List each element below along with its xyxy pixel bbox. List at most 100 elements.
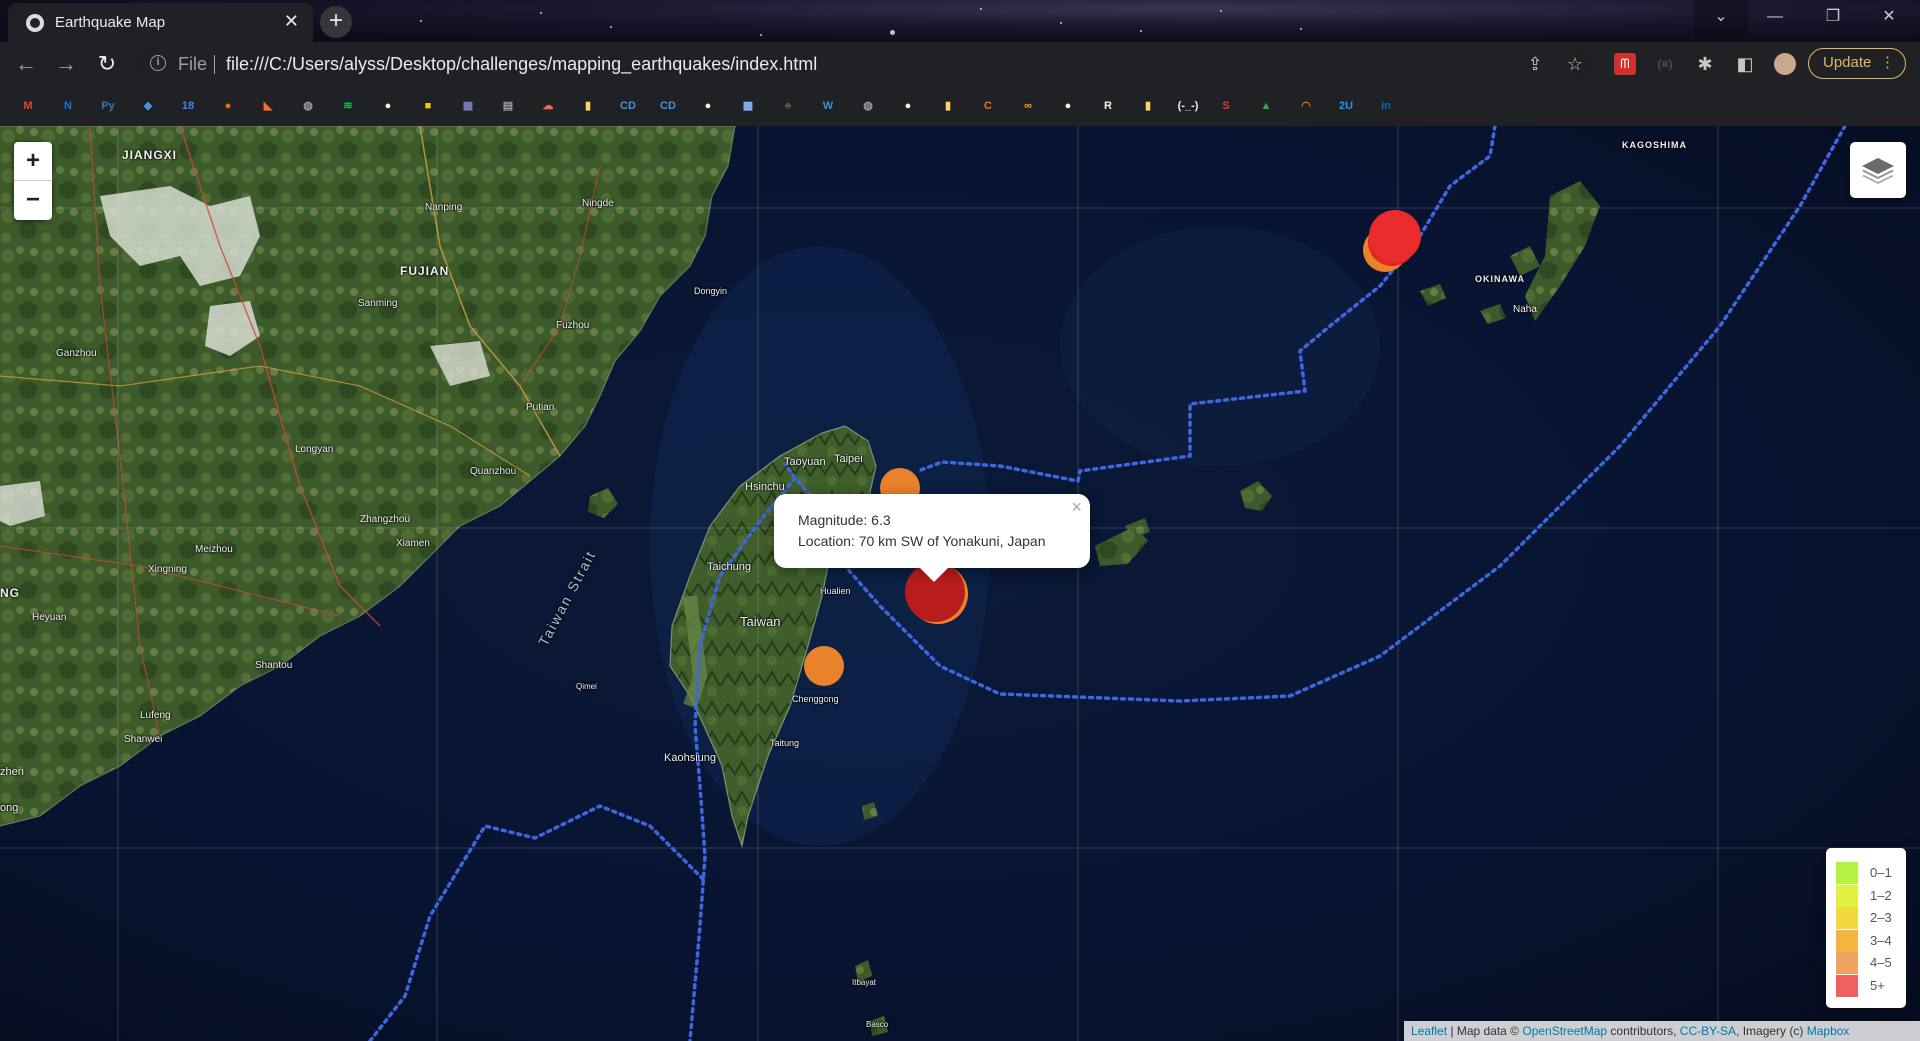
grid-icon[interactable]: ▦	[458, 96, 478, 116]
leaflet-link[interactable]: Leaflet	[1411, 1024, 1447, 1038]
extensions-puzzle-icon[interactable]: ✱	[1694, 53, 1716, 75]
drive-icon[interactable]: ▲	[1256, 96, 1276, 116]
back-icon[interactable]: ←	[12, 50, 40, 78]
popup-close-icon[interactable]: ×	[1071, 497, 1082, 518]
map-attribution: Leaflet | Map data © OpenStreetMap contr…	[1404, 1021, 1920, 1041]
github-icon[interactable]: ●	[698, 96, 718, 116]
cc-by-sa-link[interactable]: CC-BY-SA	[1680, 1024, 1736, 1038]
image-icon[interactable]: ▩	[738, 96, 758, 116]
popup-magnitude: Magnitude: 6.3	[798, 512, 891, 528]
note-icon[interactable]: ▮	[938, 96, 958, 116]
legend-swatch	[1836, 884, 1858, 907]
two-u-icon[interactable]: 2U	[1336, 96, 1356, 116]
cloud-icon[interactable]: ☁	[538, 96, 558, 116]
doc-icon[interactable]: ▤	[498, 96, 518, 116]
cd-icon[interactable]: CD	[618, 96, 638, 116]
r-icon[interactable]: R	[1098, 96, 1118, 116]
wordpress-icon[interactable]: W	[818, 96, 838, 116]
legend-row: 5+	[1836, 974, 1902, 997]
news-icon[interactable]: N	[58, 96, 78, 116]
close-tab-icon[interactable]: ✕	[284, 11, 299, 32]
github-icon[interactable]: ●	[1058, 96, 1078, 116]
magnitude-legend: 0–1 1–2 2–3 3–4 4–5 5+	[1826, 848, 1906, 1008]
globe-icon[interactable]: ◍	[298, 96, 318, 116]
calendar-icon[interactable]: 18	[178, 96, 198, 116]
update-button[interactable]: Update ⋮	[1808, 48, 1906, 79]
new-tab-button[interactable]: +	[320, 6, 352, 38]
c-icon[interactable]: C	[978, 96, 998, 116]
side-panel-icon[interactable]: ◧	[1734, 53, 1756, 75]
spotify-icon[interactable]: ≋	[338, 96, 358, 116]
layers-control-button[interactable]	[1850, 142, 1906, 198]
zoom-in-button[interactable]: +	[14, 142, 52, 181]
address-bar[interactable]: i File file:///C:/Users/alyss/Desktop/ch…	[138, 47, 1588, 81]
osm-link[interactable]: OpenStreetMap	[1522, 1024, 1607, 1038]
python-icon[interactable]: Py	[98, 96, 118, 116]
menu-dots-icon[interactable]: ⋮	[1880, 49, 1895, 77]
popup-location: Location: 70 km SW of Yonakuni, Japan	[798, 533, 1046, 549]
profile-avatar[interactable]	[1774, 53, 1796, 75]
divider	[214, 55, 215, 74]
legend-swatch	[1836, 952, 1858, 974]
text-face-icon[interactable]: (-_-)	[1170, 96, 1206, 116]
github-icon[interactable]: ●	[898, 96, 918, 116]
legend-label: 2–3	[1870, 910, 1892, 925]
url-text[interactable]: file:///C:/Users/alyss/Desktop/challenge…	[226, 54, 817, 75]
s-icon[interactable]: S	[1216, 96, 1236, 116]
legend-row: 1–2	[1836, 884, 1902, 907]
bookmarks-bar: M N Py ◆ 18 ● ◣ ◍ ≋ ● ■ ▦ ▤ ☁ ▮ CD CD ● ▩ ♣ W ◍ ● ▮ C ∞ ● R ▮ (-_-) S ▲…	[0, 86, 1920, 126]
attribution-text: | Map data ©	[1447, 1024, 1523, 1038]
legend-swatch	[1836, 974, 1858, 997]
share-icon[interactable]: ⇪	[1524, 53, 1546, 75]
legend-row: 4–5	[1836, 952, 1902, 974]
tab-search-icon[interactable]: ⌄	[1694, 0, 1748, 36]
legend-swatch	[1836, 862, 1858, 884]
reload-icon[interactable]: ↻	[93, 50, 121, 78]
close-window-icon[interactable]: ✕	[1862, 0, 1916, 36]
github-icon[interactable]: ●	[378, 96, 398, 116]
infinity-icon[interactable]: ∞	[1018, 96, 1038, 116]
cd-icon[interactable]: CD	[658, 96, 678, 116]
extension-muted-icon[interactable]: (≡)	[1654, 53, 1676, 75]
note-icon[interactable]: ▮	[578, 96, 598, 116]
legend-label: 5+	[1870, 977, 1885, 993]
note-icon[interactable]: ▮	[1138, 96, 1158, 116]
orbit-icon[interactable]: ◠	[1296, 96, 1316, 116]
tab-earthquake-map[interactable]: Earthquake Map ✕	[8, 3, 313, 42]
legend-row: 3–4	[1836, 929, 1902, 952]
badge-icon[interactable]: ■	[418, 96, 438, 116]
earthquake-popup: Magnitude: 6.3 Location: 70 km SW of Yon…	[774, 494, 1090, 582]
earthquake-marker[interactable]	[1369, 210, 1421, 262]
circle-orange-icon[interactable]: ●	[218, 96, 238, 116]
diamond-icon[interactable]: ◆	[138, 96, 158, 116]
legend-swatch	[1836, 907, 1858, 929]
browser-toolbar: ← → ↻ i File file:///C:/Users/alyss/Desk…	[0, 42, 1920, 86]
scheme-label: File	[178, 54, 208, 74]
attribution-text: contributors,	[1607, 1024, 1680, 1038]
legend-label: 0–1	[1870, 865, 1892, 880]
update-label: Update	[1823, 54, 1872, 71]
earthquake-map[interactable]: JIANGXI FUJIAN OKINAWA KAGOSHIMA Taiwan …	[0, 126, 1920, 1041]
globe-icon	[26, 14, 44, 32]
legend-row: 2–3	[1836, 907, 1902, 929]
attribution-text: , Imagery (c)	[1736, 1024, 1807, 1038]
browser-tab-strip: Earthquake Map ✕ + ⌄ — ❐ ✕	[0, 0, 1920, 42]
linkedin-icon[interactable]: in	[1376, 96, 1396, 116]
gmail-icon[interactable]: M	[18, 96, 38, 116]
legend-label: 3–4	[1870, 932, 1892, 948]
zoom-control: + −	[14, 142, 52, 220]
leaf-icon[interactable]: ♣	[778, 96, 798, 116]
site-info-icon[interactable]: i	[150, 55, 166, 71]
restore-icon[interactable]: ❐	[1806, 0, 1860, 36]
minimize-icon[interactable]: —	[1748, 0, 1802, 36]
forward-icon[interactable]: →	[52, 50, 80, 78]
earthquake-marker[interactable]	[804, 646, 844, 686]
extension-red-icon[interactable]: ᗰ	[1614, 53, 1636, 75]
gitlab-icon[interactable]: ◣	[258, 96, 278, 116]
bookmark-star-icon[interactable]: ☆	[1564, 53, 1586, 75]
zoom-out-button[interactable]: −	[14, 181, 52, 220]
mapbox-link[interactable]: Mapbox	[1807, 1024, 1850, 1038]
tab-title: Earthquake Map	[55, 14, 166, 31]
globe-icon[interactable]: ◍	[858, 96, 878, 116]
legend-swatch	[1836, 929, 1858, 952]
